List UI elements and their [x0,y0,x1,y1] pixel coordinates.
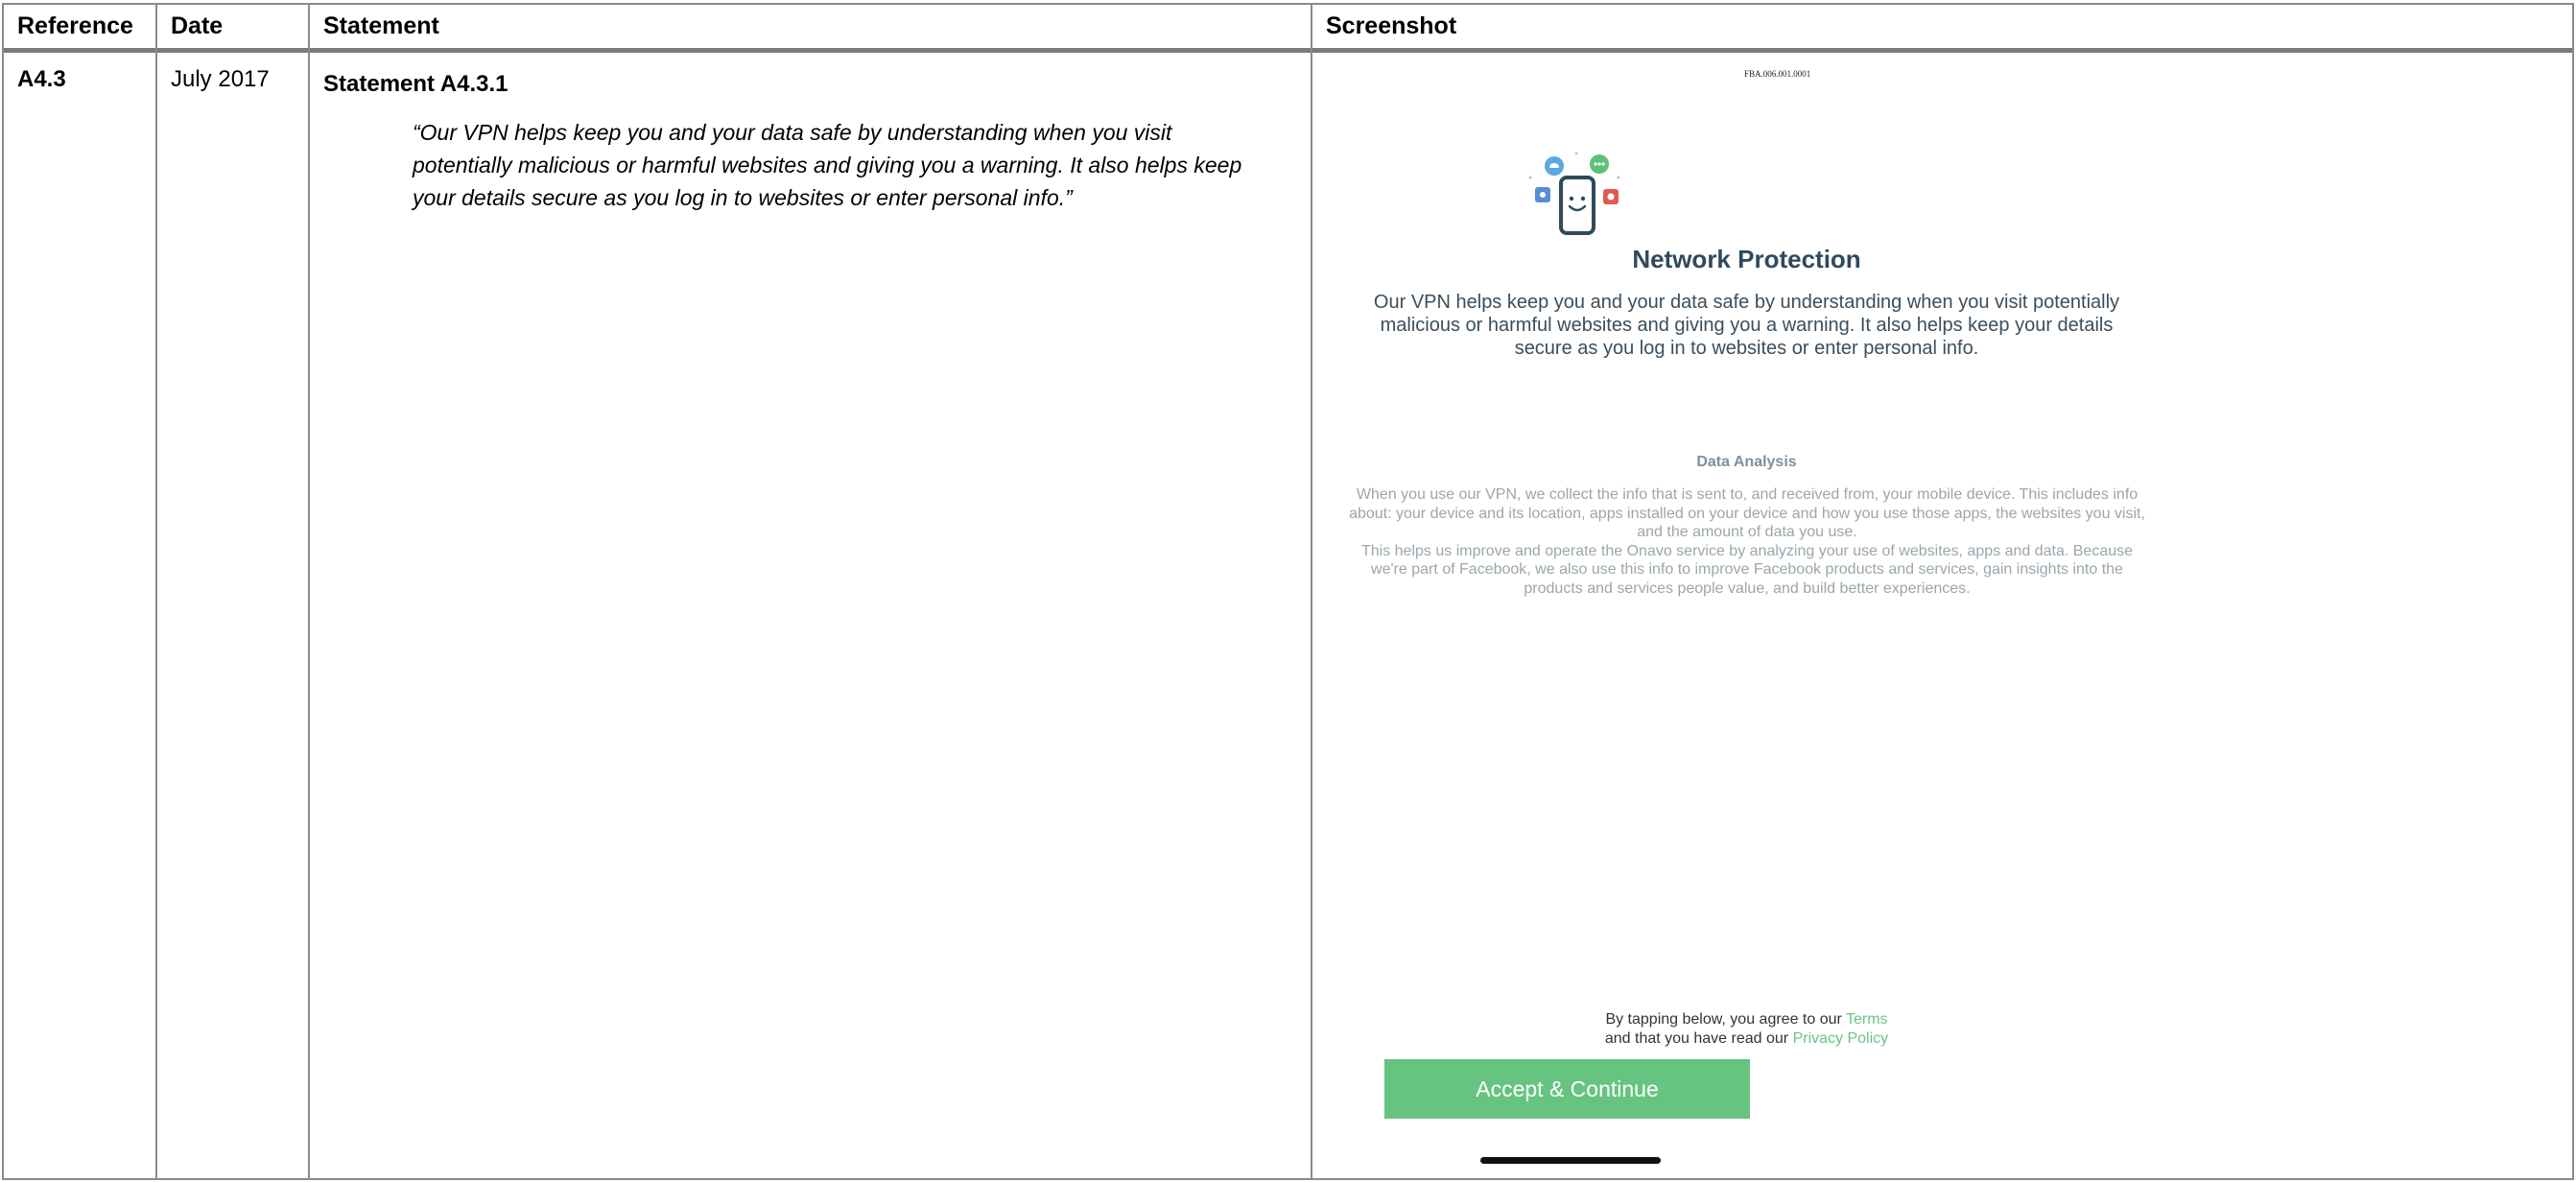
app-screenshot: FBA.006.001.0001 Network Protection Our … [1312,53,2181,1180]
statement-cell: Statement A4.3.1 “Our VPN helps keep you… [310,53,1311,1178]
data-analysis-paragraph: When you use our VPN, we collect the inf… [1349,486,2145,540]
accept-continue-button[interactable]: Accept & Continue [1384,1059,1750,1119]
agreement-prefix: By tapping below, you agree to our [1605,1011,1846,1028]
data-analysis-title: Data Analysis [1696,454,1797,470]
data-analysis-paragraph: This helps us improve and operate the On… [1360,542,2134,597]
network-protection-description: Our VPN helps keep you and your data saf… [1373,292,2120,359]
header-date: Date [171,12,224,39]
privacy-policy-link[interactable]: Privacy Policy [1793,1030,1889,1047]
terms-link[interactable]: Terms [1846,1011,1888,1028]
home-indicator-bar [1480,1157,1661,1164]
data-analysis-text: When you use our VPN, we collect the inf… [1349,485,2145,598]
phone-with-app-bubbles-icon [1528,152,1620,235]
agreement-prefix: and that you have read our [1604,1030,1793,1047]
header-screenshot: Screenshot [1326,12,1457,39]
statement-title: Statement A4.3.1 [323,71,508,97]
header-statement: Statement [323,12,439,39]
statement-quote: “Our VPN helps keep you and your data sa… [413,120,1242,210]
bates-label: FBA.006.001.0001 [1744,69,1811,79]
network-protection-title: Network Protection [1632,245,1861,273]
agreement-line: By tapping below, you agree to our Terms [1312,1010,2181,1029]
agreement-line: and that you have read our Privacy Polic… [1312,1029,2181,1049]
date-cell: July 2017 [171,66,270,92]
table-row: A4.3 July 2017 Statement A4.3.1 “Our VPN… [4,53,2572,1178]
table-header-row: Reference Date Statement Screenshot [4,5,2572,53]
statement-table: Reference Date Statement Screenshot A4.3… [2,3,2574,1180]
header-reference: Reference [17,12,133,39]
agreement-text: By tapping below, you agree to our Terms… [1312,1010,2181,1049]
reference-cell: A4.3 [17,66,66,92]
screenshot-cell: FBA.006.001.0001 Network Protection Our … [1312,53,2572,1178]
